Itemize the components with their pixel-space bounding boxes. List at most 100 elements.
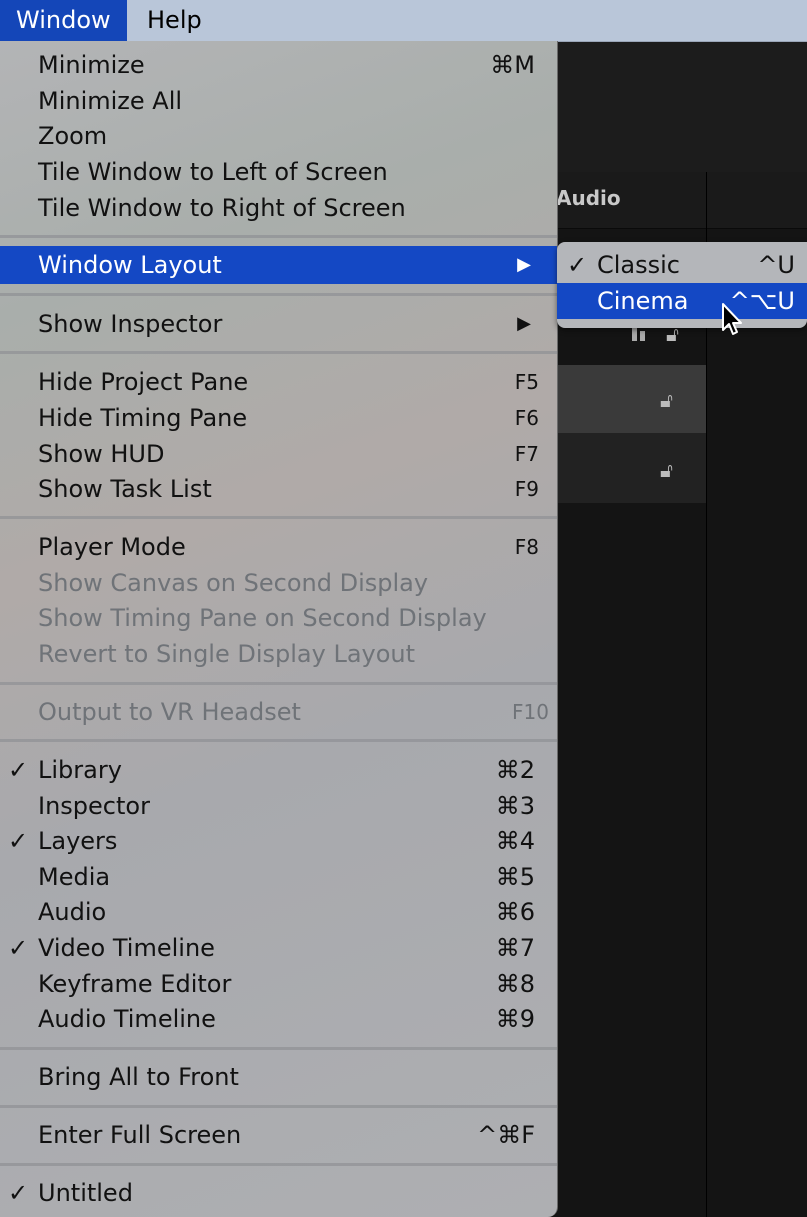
menu-item-revert-single-display: Revert to Single Display Layout <box>0 636 557 672</box>
menu-item-media[interactable]: Media ⌘5 <box>0 859 557 895</box>
menu-item-show-hud[interactable]: Show HUD F7 <box>0 436 557 472</box>
shortcut-label: F5 <box>514 370 539 394</box>
menu-item-bring-all-front[interactable]: Bring All to Front <box>0 1059 557 1095</box>
menu-separator <box>0 1105 557 1108</box>
menu-separator <box>0 739 557 742</box>
menu-item-label: Library <box>38 756 122 784</box>
menu-item-label: Audio <box>38 898 107 926</box>
submenu-item-label: Cinema <box>597 287 689 315</box>
menu-item-untitled[interactable]: ✓ Untitled <box>0 1175 557 1211</box>
menu-item-timing-second-display: Show Timing Pane on Second Display <box>0 600 557 636</box>
menu-item-window-layout[interactable]: Window Layout ▶ <box>0 246 557 284</box>
shortcut-label: ⌘7 <box>495 934 535 962</box>
menubar-help[interactable]: Help <box>131 0 218 41</box>
menu-item-label: Hide Timing Pane <box>38 404 248 432</box>
menu-item-show-inspector[interactable]: Show Inspector ▶ <box>0 306 557 342</box>
menu-item-label: Inspector <box>38 792 150 820</box>
checkmark-icon: ✓ <box>8 827 29 855</box>
menu-separator <box>0 682 557 685</box>
menu-item-label: Show Task List <box>38 475 212 503</box>
menu-separator <box>0 516 557 519</box>
menu-separator <box>0 235 557 238</box>
menu-item-minimize-all[interactable]: Minimize All <box>0 83 557 119</box>
menu-separator <box>0 1047 557 1050</box>
menu-item-label: Video Timeline <box>38 934 215 962</box>
menu-separator <box>0 351 557 354</box>
shortcut-label: F8 <box>514 535 539 559</box>
checkmark-icon: ✓ <box>8 934 29 962</box>
checkmark-icon: ✓ <box>8 1179 29 1207</box>
checkmark-icon: ✓ <box>8 756 29 784</box>
menu-item-tile-right[interactable]: Tile Window to Right of Screen <box>0 190 557 226</box>
submenu-item-classic[interactable]: ✓ Classic ^U <box>557 247 807 283</box>
menu-item-canvas-second-display: Show Canvas on Second Display <box>0 565 557 601</box>
menu-item-audio[interactable]: Audio ⌘6 <box>0 894 557 930</box>
menu-item-label: Show Canvas on Second Display <box>38 569 429 597</box>
menu-item-label: Hide Project Pane <box>38 368 249 396</box>
menu-item-enter-full-screen[interactable]: Enter Full Screen ^⌘F <box>0 1117 557 1153</box>
menu-bar: Window Help <box>0 0 807 42</box>
menu-item-show-task-list[interactable]: Show Task List F9 <box>0 471 557 507</box>
menu-item-label: Output to VR Headset <box>38 698 301 726</box>
lock-icon[interactable]: 🔓︎ <box>660 388 673 412</box>
menu-item-label: Tile Window to Right of Screen <box>38 194 406 222</box>
menu-separator <box>0 1163 557 1166</box>
menu-item-hide-timing-pane[interactable]: Hide Timing Pane F6 <box>0 400 557 436</box>
menubar-window[interactable]: Window <box>0 0 127 41</box>
window-layout-submenu: ✓ Classic ^U Cinema ^⌥U <box>557 242 807 328</box>
lock-icon[interactable]: 🔓︎ <box>660 458 673 482</box>
submenu-item-label: Classic <box>597 251 681 279</box>
shortcut-label: ⌘5 <box>495 863 535 891</box>
menu-item-label: Enter Full Screen <box>38 1121 242 1149</box>
shortcut-label: ⌘9 <box>495 1005 535 1033</box>
menu-item-label: Show Inspector <box>38 310 223 338</box>
menu-item-video-timeline[interactable]: ✓ Video Timeline ⌘7 <box>0 930 557 966</box>
shortcut-label: ^⌘F <box>477 1121 535 1149</box>
menu-item-label: Window Layout <box>38 251 222 279</box>
menu-item-label: Minimize <box>38 51 145 79</box>
menu-item-label: Tile Window to Left of Screen <box>38 158 388 186</box>
menu-item-tile-left[interactable]: Tile Window to Left of Screen <box>0 154 557 190</box>
menu-item-label: Player Mode <box>38 533 186 561</box>
shortcut-label: F7 <box>514 442 539 466</box>
menu-item-audio-timeline[interactable]: Audio Timeline ⌘9 <box>0 1001 557 1037</box>
mouse-cursor-icon <box>722 303 742 335</box>
menu-item-label: Media <box>38 863 111 891</box>
menu-item-player-mode[interactable]: Player Mode F8 <box>0 529 557 565</box>
menu-item-label: Minimize All <box>38 87 183 115</box>
shortcut-label: ⌘2 <box>495 756 535 784</box>
shortcut-label: F9 <box>514 477 539 501</box>
shortcut-label: ⌘6 <box>495 898 535 926</box>
shortcut-label: ⌘8 <box>495 970 535 998</box>
shortcut-label: ⌘3 <box>495 792 535 820</box>
menu-item-label: Revert to Single Display Layout <box>38 640 416 668</box>
menu-item-label: Audio Timeline <box>38 1005 216 1033</box>
menu-item-label: Zoom <box>38 122 108 150</box>
menu-item-minimize[interactable]: Minimize ⌘M <box>0 47 557 83</box>
submenu-item-cinema[interactable]: Cinema ^⌥U <box>557 283 807 319</box>
menu-item-label: Show Timing Pane on Second Display <box>38 604 487 632</box>
window-menu: Minimize ⌘M Minimize All Zoom Tile Windo… <box>0 41 558 1217</box>
menu-item-output-vr: Output to VR Headset F10 <box>0 694 557 730</box>
column-divider <box>706 172 707 1217</box>
menu-item-label: Show HUD <box>38 440 165 468</box>
submenu-arrow-icon: ▶ <box>517 254 531 275</box>
menu-item-layers[interactable]: ✓ Layers ⌘4 <box>0 823 557 859</box>
menu-item-library[interactable]: ✓ Library ⌘2 <box>0 752 557 788</box>
checkmark-icon: ✓ <box>567 251 588 279</box>
shortcut-label: F6 <box>514 406 539 430</box>
shortcut-label: ^U <box>757 251 795 279</box>
menu-item-label: Layers <box>38 827 118 855</box>
menu-item-label: Untitled <box>38 1179 133 1207</box>
submenu-arrow-icon: ▶ <box>517 313 531 334</box>
menu-item-label: Keyframe Editor <box>38 970 232 998</box>
menu-item-inspector[interactable]: Inspector ⌘3 <box>0 788 557 824</box>
menu-item-keyframe-editor[interactable]: Keyframe Editor ⌘8 <box>0 966 557 1002</box>
menu-item-hide-project-pane[interactable]: Hide Project Pane F5 <box>0 364 557 400</box>
shortcut-label: ⌘M <box>490 51 535 79</box>
menu-item-zoom[interactable]: Zoom <box>0 118 557 154</box>
menu-separator <box>0 293 557 296</box>
shortcut-label: ⌘4 <box>495 827 535 855</box>
menu-item-label: Bring All to Front <box>38 1063 239 1091</box>
shortcut-label: F10 <box>512 700 549 724</box>
